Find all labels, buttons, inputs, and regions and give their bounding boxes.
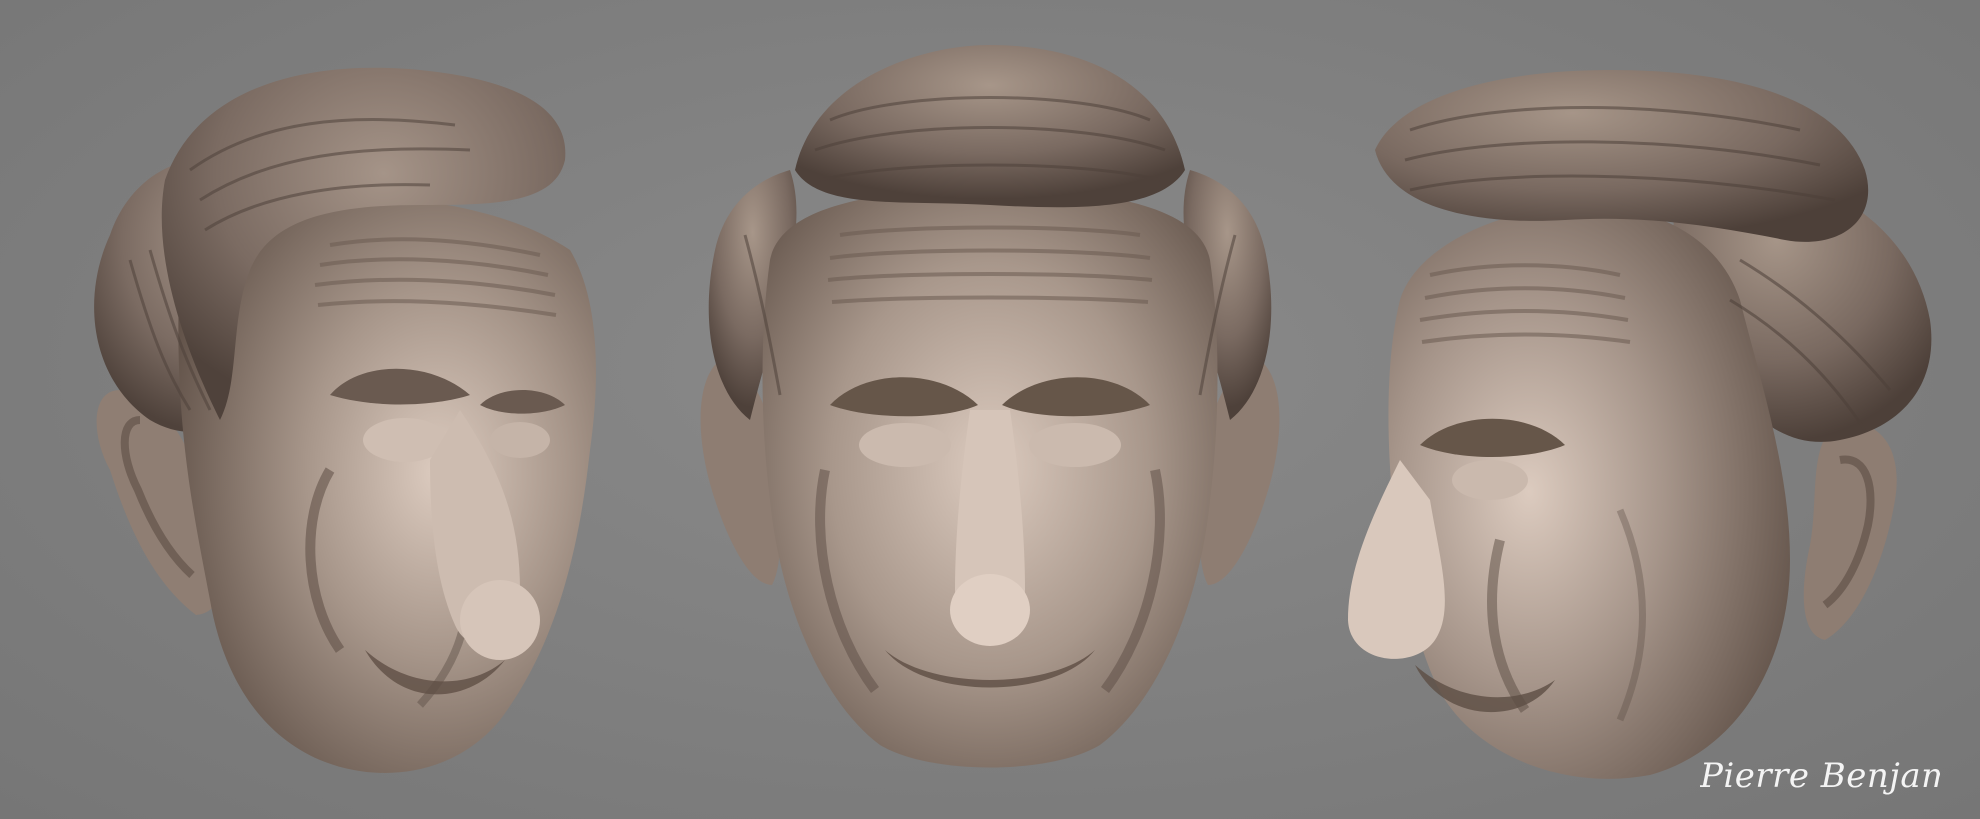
sculpt-bust-front bbox=[660, 0, 1320, 819]
render-canvas: Pierre Benjamin bbox=[0, 0, 1980, 819]
sculpt-bust-profile-right bbox=[1320, 0, 1980, 819]
bust-left-illustration bbox=[94, 67, 596, 773]
signature-text: Pierre Benjamin bbox=[1700, 756, 1940, 796]
signature-graphic: Pierre Benjamin bbox=[1700, 756, 1940, 796]
artist-signature: Pierre Benjamin bbox=[1700, 742, 1940, 812]
bust-front-illustration bbox=[700, 45, 1280, 768]
bust-right-illustration bbox=[1348, 70, 1932, 779]
sculpt-bust-three-quarter-left bbox=[0, 0, 660, 819]
